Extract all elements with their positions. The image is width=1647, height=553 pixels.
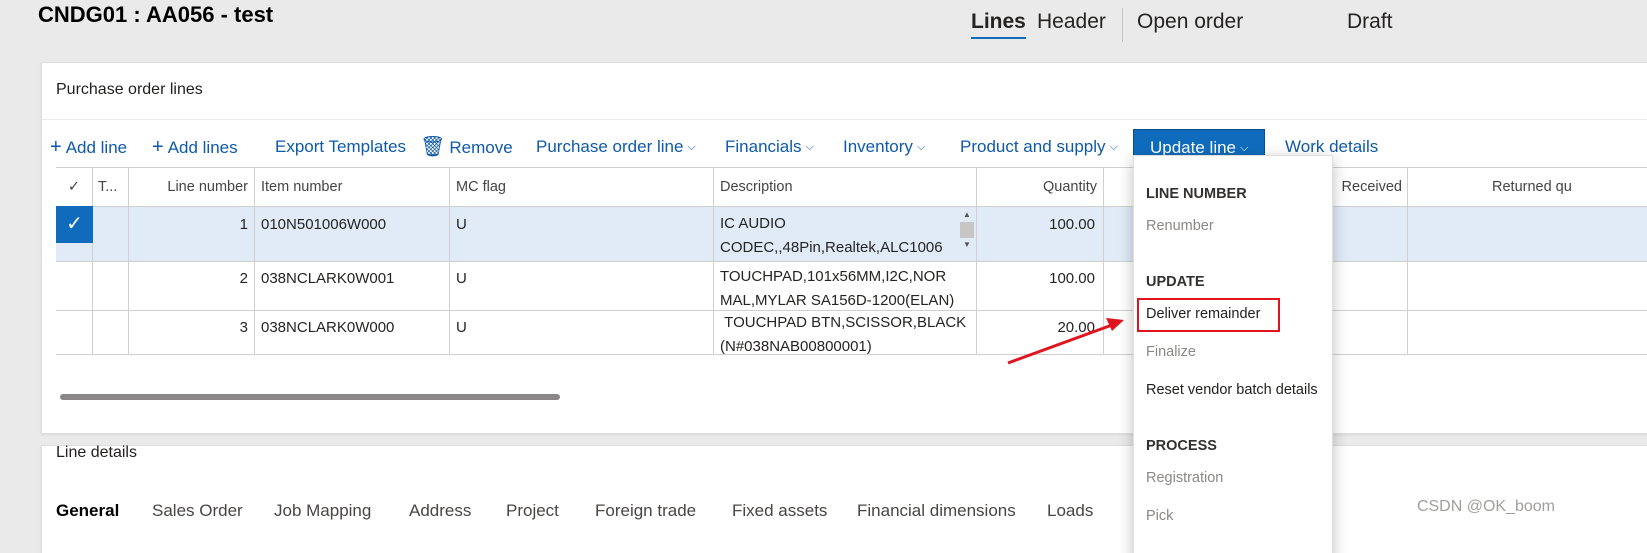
mc-flag-cell: U (456, 270, 467, 287)
col-header-description[interactable]: Description (720, 168, 970, 206)
quantity-cell[interactable]: 20.00 (981, 319, 1095, 336)
quantity-cell[interactable]: 100.00 (981, 216, 1095, 233)
panel-divider (42, 119, 1647, 120)
menu-item-reset-vendor-batch-details[interactable]: Reset vendor batch details (1146, 382, 1318, 398)
col-header-quantity[interactable]: Quantity (981, 168, 1097, 206)
row-checkbox-checked[interactable]: ✓ (56, 206, 93, 243)
menu-item-finalize[interactable]: Finalize (1146, 344, 1196, 360)
tab-job-mapping[interactable]: Job Mapping (274, 501, 371, 521)
product-and-supply-menu[interactable]: Product and supply ⌵ (960, 127, 1118, 167)
scroll-up-icon[interactable]: ▲ (959, 210, 975, 220)
mc-flag-cell: U (456, 216, 467, 233)
quantity-cell[interactable]: 100.00 (981, 270, 1095, 287)
item-number-cell[interactable]: 038NCLARK0W001 (261, 270, 446, 287)
menu-section-process: PROCESS (1146, 438, 1217, 454)
tab-fixed-assets[interactable]: Fixed assets (732, 501, 827, 521)
status-open-order: Open order (1137, 10, 1244, 33)
chevron-down-icon: ⌵ (916, 141, 926, 153)
menu-section-line-number: LINE NUMBER (1146, 186, 1247, 202)
tab-financial-dimensions[interactable]: Financial dimensions (857, 501, 1016, 521)
description-field[interactable]: IC AUDIO CODEC,,48Pin,Realtek,ALC1006 (720, 212, 956, 260)
chevron-down-icon: ⌵ (1240, 142, 1249, 154)
purchase-order-line-menu[interactable]: Purchase order line ⌵ (536, 127, 696, 167)
tab-loads[interactable]: Loads (1047, 501, 1093, 521)
remove-button[interactable]: 🗑 Remove (420, 127, 513, 167)
nav-divider (1122, 8, 1123, 42)
tab-foreign-trade[interactable]: Foreign trade (595, 501, 696, 521)
horizontal-scrollbar[interactable] (60, 394, 560, 400)
select-all-checkbox[interactable]: ✓ (56, 168, 92, 206)
tab-header[interactable]: Header (1037, 8, 1106, 36)
inventory-menu[interactable]: Inventory ⌵ (843, 127, 925, 167)
plus-icon: + (50, 136, 62, 158)
line-number-cell: 3 (239, 319, 248, 336)
description-cell[interactable]: TOUCHPAD,101x56MM,I2C,NOR MAL,MYLAR SA15… (720, 265, 970, 313)
update-line-dropdown: LINE NUMBER Renumber UPDATE Deliver rema… (1133, 155, 1333, 553)
watermark: CSDN @OK_boom (1416, 498, 1555, 515)
col-header-item-number[interactable]: Item number (261, 168, 441, 206)
line-number-cell: 1 (239, 216, 248, 233)
scroll-down-icon[interactable]: ▼ (959, 240, 975, 250)
lines-toolbar: + Add line + Add lines Export Templates 🗑 R… (42, 127, 1647, 167)
add-line-button[interactable]: + Add line (50, 127, 127, 167)
lines-grid: ✓ T... Line number Item number MC flag D… (56, 167, 1647, 400)
financials-menu[interactable]: Financials ⌵ (725, 127, 814, 167)
tab-project[interactable]: Project (506, 501, 559, 521)
panel-title-line-details: Line details (56, 444, 137, 461)
purchase-order-lines-panel: Purchase order lines + Add line + Add line… (41, 62, 1647, 434)
line-number-cell: 2 (239, 270, 248, 287)
chevron-down-icon: ⌵ (687, 141, 696, 153)
col-header-type[interactable]: T... (98, 168, 126, 206)
description-scrollbar[interactable]: ▲ ▼ (959, 210, 975, 260)
tab-lines[interactable]: Lines (971, 8, 1026, 39)
col-header-returned-quantity[interactable]: Returned qu (1412, 168, 1647, 206)
col-header-mc-flag[interactable]: MC flag (456, 168, 706, 206)
trash-icon: 🗑 (420, 136, 446, 158)
description-cell[interactable]: TOUCHPAD BTN,SCISSOR,BLACK (N#038NAB0080… (720, 311, 970, 357)
export-templates-button[interactable]: Export Templates (275, 127, 406, 167)
line-details-panel: Line details General Sales Order Job Map… (41, 444, 1647, 553)
col-header-line-number[interactable]: Line number (130, 168, 248, 206)
add-lines-button[interactable]: + Add lines (152, 127, 238, 167)
chevron-down-icon: ⌵ (1109, 141, 1118, 153)
menu-item-registration[interactable]: Registration (1146, 470, 1223, 486)
item-number-link[interactable]: 010N501006W000 (261, 216, 446, 233)
top-nav: Lines Header Open order Draft (0, 8, 1647, 42)
menu-item-pick[interactable]: Pick (1146, 508, 1173, 524)
mc-flag-cell: U (456, 319, 467, 336)
annotation-highlight-box (1137, 298, 1280, 332)
item-number-cell[interactable]: 038NCLARK0W000 (261, 319, 446, 336)
panel-title-lines: Purchase order lines (56, 81, 203, 98)
status-draft: Draft (1347, 10, 1393, 33)
tab-sales-order[interactable]: Sales Order (152, 501, 243, 521)
tab-general[interactable]: General (56, 501, 119, 521)
plus-multiple-icon: + (152, 136, 164, 158)
menu-item-renumber[interactable]: Renumber (1146, 218, 1214, 234)
tab-address[interactable]: Address (409, 501, 471, 521)
menu-section-update: UPDATE (1146, 274, 1205, 290)
chevron-down-icon: ⌵ (805, 141, 814, 153)
